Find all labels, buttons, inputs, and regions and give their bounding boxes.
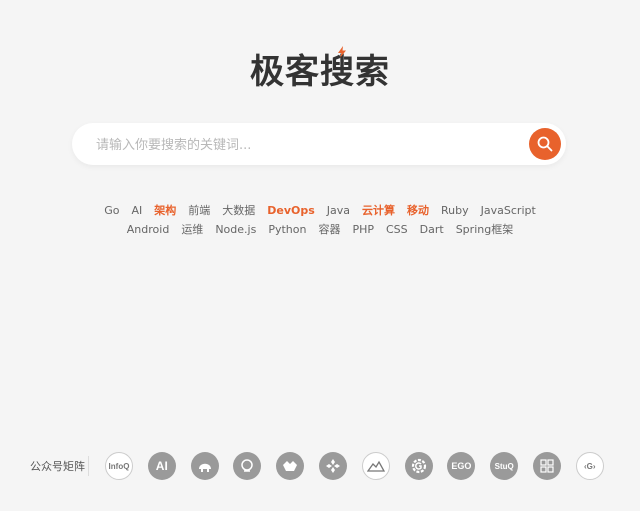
search-bar	[72, 123, 566, 167]
account-logo-text: AI	[155, 459, 168, 473]
tag-link[interactable]: 云计算	[362, 201, 395, 220]
diamond-grid-logo-icon[interactable]	[318, 452, 347, 480]
tag-link[interactable]: Go	[104, 201, 119, 220]
ai-logo-icon[interactable]: AI	[147, 452, 176, 480]
mountain-logo-icon[interactable]	[361, 452, 390, 480]
geek-time-logo-icon[interactable]	[532, 452, 561, 480]
tag-link[interactable]: 前端	[188, 201, 210, 220]
tag-link[interactable]: 大数据	[222, 201, 255, 220]
g-bracket-logo-icon[interactable]: ‹G›	[575, 452, 604, 480]
search-button[interactable]	[529, 128, 561, 160]
hot-tags: Go AI 架构 前端 大数据 DevOps Java 云计算 移动 Ruby JavaScript…	[60, 201, 580, 239]
animal-logo-icon[interactable]	[276, 452, 305, 480]
elephant-logo-icon[interactable]	[190, 452, 219, 480]
tag-link[interactable]: 容器	[318, 220, 340, 239]
tag-link[interactable]: Python	[268, 220, 306, 239]
ego-logo-icon[interactable]: EGO	[447, 452, 476, 480]
official-accounts-matrix: 公众号矩阵 InfoQ AI EGO StuQ ‹G›	[30, 452, 620, 480]
tag-link[interactable]: Node.js	[215, 220, 256, 239]
lightning-icon	[338, 46, 346, 58]
matrix-label: 公众号矩阵	[30, 460, 85, 473]
head-logo-icon[interactable]	[233, 452, 262, 480]
matrix-divider	[88, 456, 89, 476]
tag-link[interactable]: JavaScript	[481, 201, 536, 220]
tag-link[interactable]: Dart	[420, 220, 444, 239]
tag-link[interactable]: AI	[131, 201, 142, 220]
tag-link[interactable]: Java	[327, 201, 350, 220]
account-logo-text: ‹G›	[583, 461, 596, 471]
site-logo[interactable]: 极客搜索	[0, 44, 640, 93]
tag-link[interactable]: PHP	[352, 220, 374, 239]
tag-link[interactable]: CSS	[386, 220, 408, 239]
search-input[interactable]	[94, 123, 518, 167]
tag-link[interactable]: Ruby	[441, 201, 469, 220]
tag-link[interactable]: 架构	[154, 201, 176, 220]
page: 极客搜索 Go AI 架构前端大数据 DevOps Java 云计算移动 Ruby JavaS…	[0, 0, 640, 511]
account-logo-text: InfoQ	[108, 461, 130, 471]
tag-link[interactable]: Android	[127, 220, 170, 239]
stuq-logo-icon[interactable]: StuQ	[490, 452, 519, 480]
tag-link[interactable]: 移动	[407, 201, 429, 220]
infoq-logo-icon[interactable]: InfoQ	[105, 452, 133, 480]
tag-link[interactable]: Spring框架	[456, 220, 514, 239]
account-logo-text: StuQ	[494, 461, 514, 471]
search-icon	[537, 136, 553, 152]
tag-link[interactable]: DevOps	[267, 201, 315, 220]
account-logo-text: EGO	[451, 461, 472, 471]
site-logo-text: 极客搜索	[250, 52, 390, 92]
gear-g-logo-icon[interactable]	[404, 452, 433, 480]
tag-link[interactable]: 运维	[181, 220, 203, 239]
